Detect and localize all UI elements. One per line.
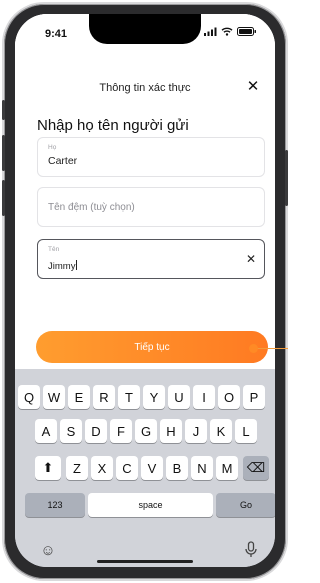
key-e[interactable]: E (68, 385, 90, 409)
key-x[interactable]: X (91, 456, 113, 480)
dictation-button[interactable] (243, 541, 259, 559)
key-m[interactable]: M (216, 456, 238, 480)
close-button[interactable]: ✕ (243, 76, 263, 96)
go-key[interactable]: Go (216, 493, 275, 517)
content-area: 9:41 Thông tin xác thực ✕ Nhập họ tên ng… (15, 14, 275, 369)
numbers-key[interactable]: 123 (25, 493, 85, 517)
key-f[interactable]: F (110, 419, 132, 443)
key-z[interactable]: Z (66, 456, 88, 480)
first-name-field[interactable]: Tên Jimmy ✕ (37, 239, 265, 279)
key-a[interactable]: A (35, 419, 57, 443)
key-k[interactable]: K (210, 419, 232, 443)
key-r[interactable]: R (93, 385, 115, 409)
shift-key[interactable]: ⬆ (35, 456, 61, 480)
volume-up-button (2, 135, 5, 171)
key-d[interactable]: D (85, 419, 107, 443)
key-t[interactable]: T (118, 385, 140, 409)
phone-screen: 9:41 Thông tin xác thực ✕ Nhập họ tên ng… (15, 14, 275, 567)
volume-down-button (2, 180, 5, 216)
key-c[interactable]: C (116, 456, 138, 480)
middle-name-field[interactable]: Tên đệm (tuỳ chọn) (37, 187, 265, 227)
last-name-field[interactable]: Họ Carter (37, 137, 265, 177)
home-indicator (97, 560, 193, 563)
emoji-icon: ☺ (40, 541, 56, 559)
key-v[interactable]: V (141, 456, 163, 480)
last-name-label: Họ (48, 144, 57, 151)
status-bar: 9:41 (15, 14, 275, 58)
signal-icon (204, 27, 217, 36)
key-o[interactable]: O (218, 385, 240, 409)
last-name-value: Carter (48, 155, 78, 167)
header-title: Thông tin xác thực (99, 82, 191, 94)
continue-button-label: Tiếp tục (134, 341, 170, 353)
form-title: Nhập họ tên người gửi (37, 117, 189, 134)
battery-icon (237, 27, 256, 36)
key-l[interactable]: L (235, 419, 257, 443)
middle-name-placeholder: Tên đệm (tuỳ chọn) (48, 202, 135, 213)
annotation-line (255, 348, 288, 349)
key-n[interactable]: N (191, 456, 213, 480)
delete-icon: ⌫ (246, 460, 266, 475)
notch (89, 14, 201, 44)
first-name-value: Jimmy (48, 261, 76, 272)
microphone-icon (245, 541, 257, 557)
annotation-dot (249, 344, 258, 353)
close-icon: ✕ (246, 78, 260, 95)
first-name-value-wrap: Jimmy (48, 260, 78, 272)
key-j[interactable]: J (185, 419, 207, 443)
key-i[interactable]: I (193, 385, 215, 409)
power-button (285, 150, 288, 206)
clear-button[interactable]: ✕ (246, 252, 256, 266)
key-p[interactable]: P (243, 385, 265, 409)
emoji-button[interactable]: ☺ (39, 541, 57, 559)
keyboard: Q W E R T Y U I O P A S D F G H J K L ⬆ … (15, 369, 275, 567)
first-name-label: Tên (48, 246, 60, 253)
continue-button[interactable]: Tiếp tục (36, 331, 268, 363)
key-h[interactable]: H (160, 419, 182, 443)
wifi-icon (221, 27, 233, 36)
key-s[interactable]: S (60, 419, 82, 443)
key-w[interactable]: W (43, 385, 65, 409)
key-b[interactable]: B (166, 456, 188, 480)
shift-icon: ⬆ (42, 460, 54, 475)
delete-key[interactable]: ⌫ (243, 456, 269, 480)
status-time: 9:41 (45, 28, 68, 40)
key-q[interactable]: Q (18, 385, 40, 409)
clear-icon: ✕ (245, 252, 256, 266)
key-u[interactable]: U (168, 385, 190, 409)
key-y[interactable]: Y (143, 385, 165, 409)
key-g[interactable]: G (135, 419, 157, 443)
text-cursor (76, 260, 78, 270)
space-key[interactable]: space (88, 493, 213, 517)
status-icons (204, 27, 257, 36)
mute-switch (2, 100, 5, 120)
